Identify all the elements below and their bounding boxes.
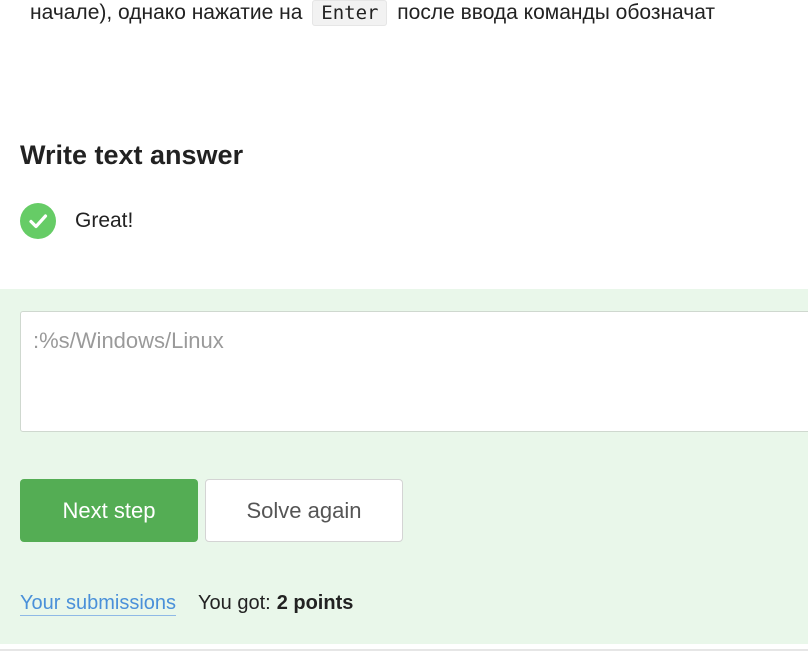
your-submissions-link[interactable]: Your submissions	[20, 592, 177, 616]
answer-heading: Write text answer	[20, 140, 244, 170]
paragraph-text-after: после ввода команды обозначат	[397, 1, 716, 24]
result-status: Great!	[20, 203, 133, 239]
step-text-paragraph: начале), однако нажатие на Enter после в…	[30, 0, 715, 28]
bottom-divider	[0, 649, 808, 651]
solve-again-button[interactable]: Solve again	[205, 479, 403, 542]
submission-summary: Your submissions You got: 2 points	[20, 592, 353, 616]
status-message: Great!	[75, 209, 134, 232]
inline-code-enter: Enter	[312, 0, 388, 26]
check-circle-icon	[20, 203, 56, 239]
step-page: начале), однако нажатие на Enter после в…	[0, 0, 808, 655]
answer-textarea[interactable]: :%s/Windows/Linux	[20, 311, 808, 432]
score-points: 2 points	[276, 592, 354, 614]
answer-panel: :%s/Windows/Linux Next step Solve again …	[0, 289, 808, 644]
score-label: You got:	[198, 592, 271, 614]
answer-value: :%s/Windows/Linux	[33, 328, 224, 353]
next-step-button[interactable]: Next step	[20, 479, 198, 542]
paragraph-text-before: начале), однако нажатие на	[30, 1, 303, 24]
